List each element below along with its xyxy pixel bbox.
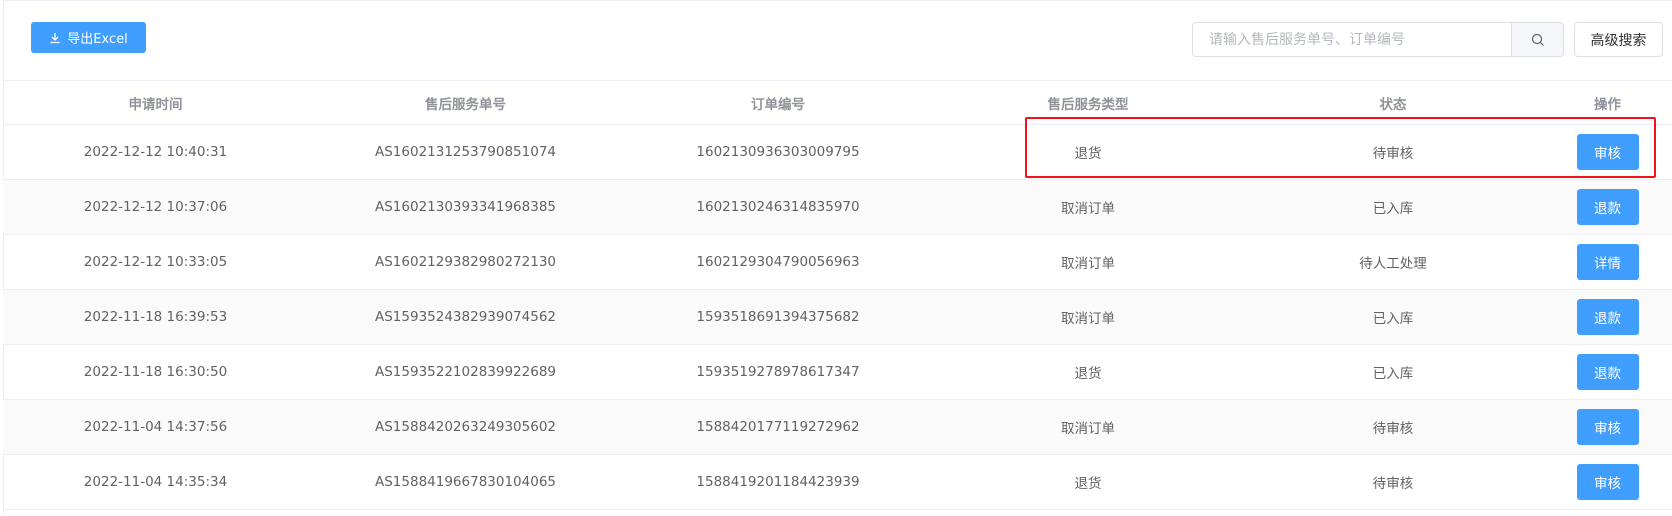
cell-apply-time: 2022-12-12 10:40:31 xyxy=(83,144,228,160)
table-header: 申请时间 售后服务单号 订单编号 售后服务类型 状态 操作 xyxy=(3,81,1672,125)
table-row: 2022-11-04 14:37:56 AS158842026324930560… xyxy=(3,400,1672,455)
cell-apply-time: 2022-11-04 14:35:34 xyxy=(83,474,228,490)
cell-service-no: AS1602131253790851074 xyxy=(375,144,556,160)
header-service-type: 售后服务类型 xyxy=(1047,96,1129,113)
table-row: 2022-12-12 10:37:06 AS160213039334196838… xyxy=(3,180,1672,235)
table-row: 2022-12-12 10:40:31 AS160213125379085107… xyxy=(3,125,1672,180)
action-button[interactable]: 审核 xyxy=(1576,464,1639,500)
cell-service-type: 取消订单 xyxy=(1061,256,1115,272)
search-input[interactable] xyxy=(1193,23,1511,56)
cell-service-no: AS1593522102839922689 xyxy=(375,364,556,380)
action-button[interactable]: 退款 xyxy=(1576,299,1639,335)
table-row: 2022-11-18 16:39:53 AS159352438293907456… xyxy=(3,290,1672,345)
header-order-no: 订单编号 xyxy=(751,96,805,113)
action-button[interactable]: 退款 xyxy=(1576,354,1639,390)
cell-apply-time: 2022-12-12 10:33:05 xyxy=(83,254,228,270)
header-actions: 操作 xyxy=(1594,96,1621,113)
action-button[interactable]: 详情 xyxy=(1576,244,1639,280)
cell-status: 已入库 xyxy=(1372,311,1414,327)
cell-order-no: 1588419201184423939 xyxy=(696,474,860,490)
action-button[interactable]: 审核 xyxy=(1576,409,1639,445)
table-row: 2022-11-04 14:35:34 AS158841966783010406… xyxy=(3,455,1672,510)
cell-service-no: AS1588419667830104065 xyxy=(375,474,556,490)
cell-apply-time: 2022-12-12 10:37:06 xyxy=(83,199,228,215)
cell-service-no: AS1602130393341968385 xyxy=(375,199,556,215)
cell-service-no: AS1602129382980272130 xyxy=(375,254,556,270)
cell-order-no: 1602129304790056963 xyxy=(696,254,860,270)
cell-status: 待人工处理 xyxy=(1359,256,1427,272)
cell-service-type: 退货 xyxy=(1074,476,1102,492)
cell-order-no: 1593519278978617347 xyxy=(696,364,860,380)
header-status: 状态 xyxy=(1379,96,1407,113)
advanced-search-label: 高级搜索 xyxy=(1590,32,1647,49)
action-button[interactable]: 审核 xyxy=(1576,134,1639,170)
table-row: 2022-12-12 10:33:05 AS160212938298027213… xyxy=(3,235,1672,290)
cell-status: 待审核 xyxy=(1372,421,1414,437)
search-icon xyxy=(1531,33,1544,46)
cell-status: 已入库 xyxy=(1372,366,1414,382)
cell-order-no: 1602130246314835970 xyxy=(696,199,860,215)
cell-status: 已入库 xyxy=(1372,201,1414,217)
after-sales-table: 申请时间 售后服务单号 订单编号 售后服务类型 状态 操作 2022-12-12… xyxy=(3,80,1672,510)
cell-service-type: 取消订单 xyxy=(1061,421,1115,437)
cell-order-no: 1588420177119272962 xyxy=(696,419,860,435)
cell-service-type: 退货 xyxy=(1074,146,1102,162)
cell-apply-time: 2022-11-04 14:37:56 xyxy=(83,419,228,435)
search-button[interactable] xyxy=(1511,23,1563,56)
cell-order-no: 1593518691394375682 xyxy=(696,309,860,325)
cell-service-no: AS1588420263249305602 xyxy=(375,419,556,435)
action-button[interactable]: 退款 xyxy=(1576,189,1639,225)
table-row: 2022-11-18 16:30:50 AS159352210283992268… xyxy=(3,345,1672,400)
cell-order-no: 1602130936303009795 xyxy=(696,144,860,160)
cell-service-no: AS1593524382939074562 xyxy=(375,309,556,325)
cell-apply-time: 2022-11-18 16:30:50 xyxy=(83,364,228,380)
cell-service-type: 取消订单 xyxy=(1061,311,1115,327)
cell-status: 待审核 xyxy=(1372,476,1414,492)
download-icon xyxy=(50,32,60,43)
toolbar: 导出Excel 高级搜索 xyxy=(0,0,1672,80)
header-apply-time: 申请时间 xyxy=(128,96,183,113)
export-excel-button[interactable]: 导出Excel xyxy=(31,22,146,53)
cell-service-type: 退货 xyxy=(1074,366,1102,382)
search-box xyxy=(1192,22,1564,57)
cell-apply-time: 2022-11-18 16:39:53 xyxy=(83,309,228,325)
cell-service-type: 取消订单 xyxy=(1061,201,1115,217)
export-excel-label: 导出Excel xyxy=(67,32,128,47)
cell-status: 待审核 xyxy=(1372,146,1414,162)
header-service-no: 售后服务单号 xyxy=(425,96,506,113)
advanced-search-button[interactable]: 高级搜索 xyxy=(1574,22,1663,57)
